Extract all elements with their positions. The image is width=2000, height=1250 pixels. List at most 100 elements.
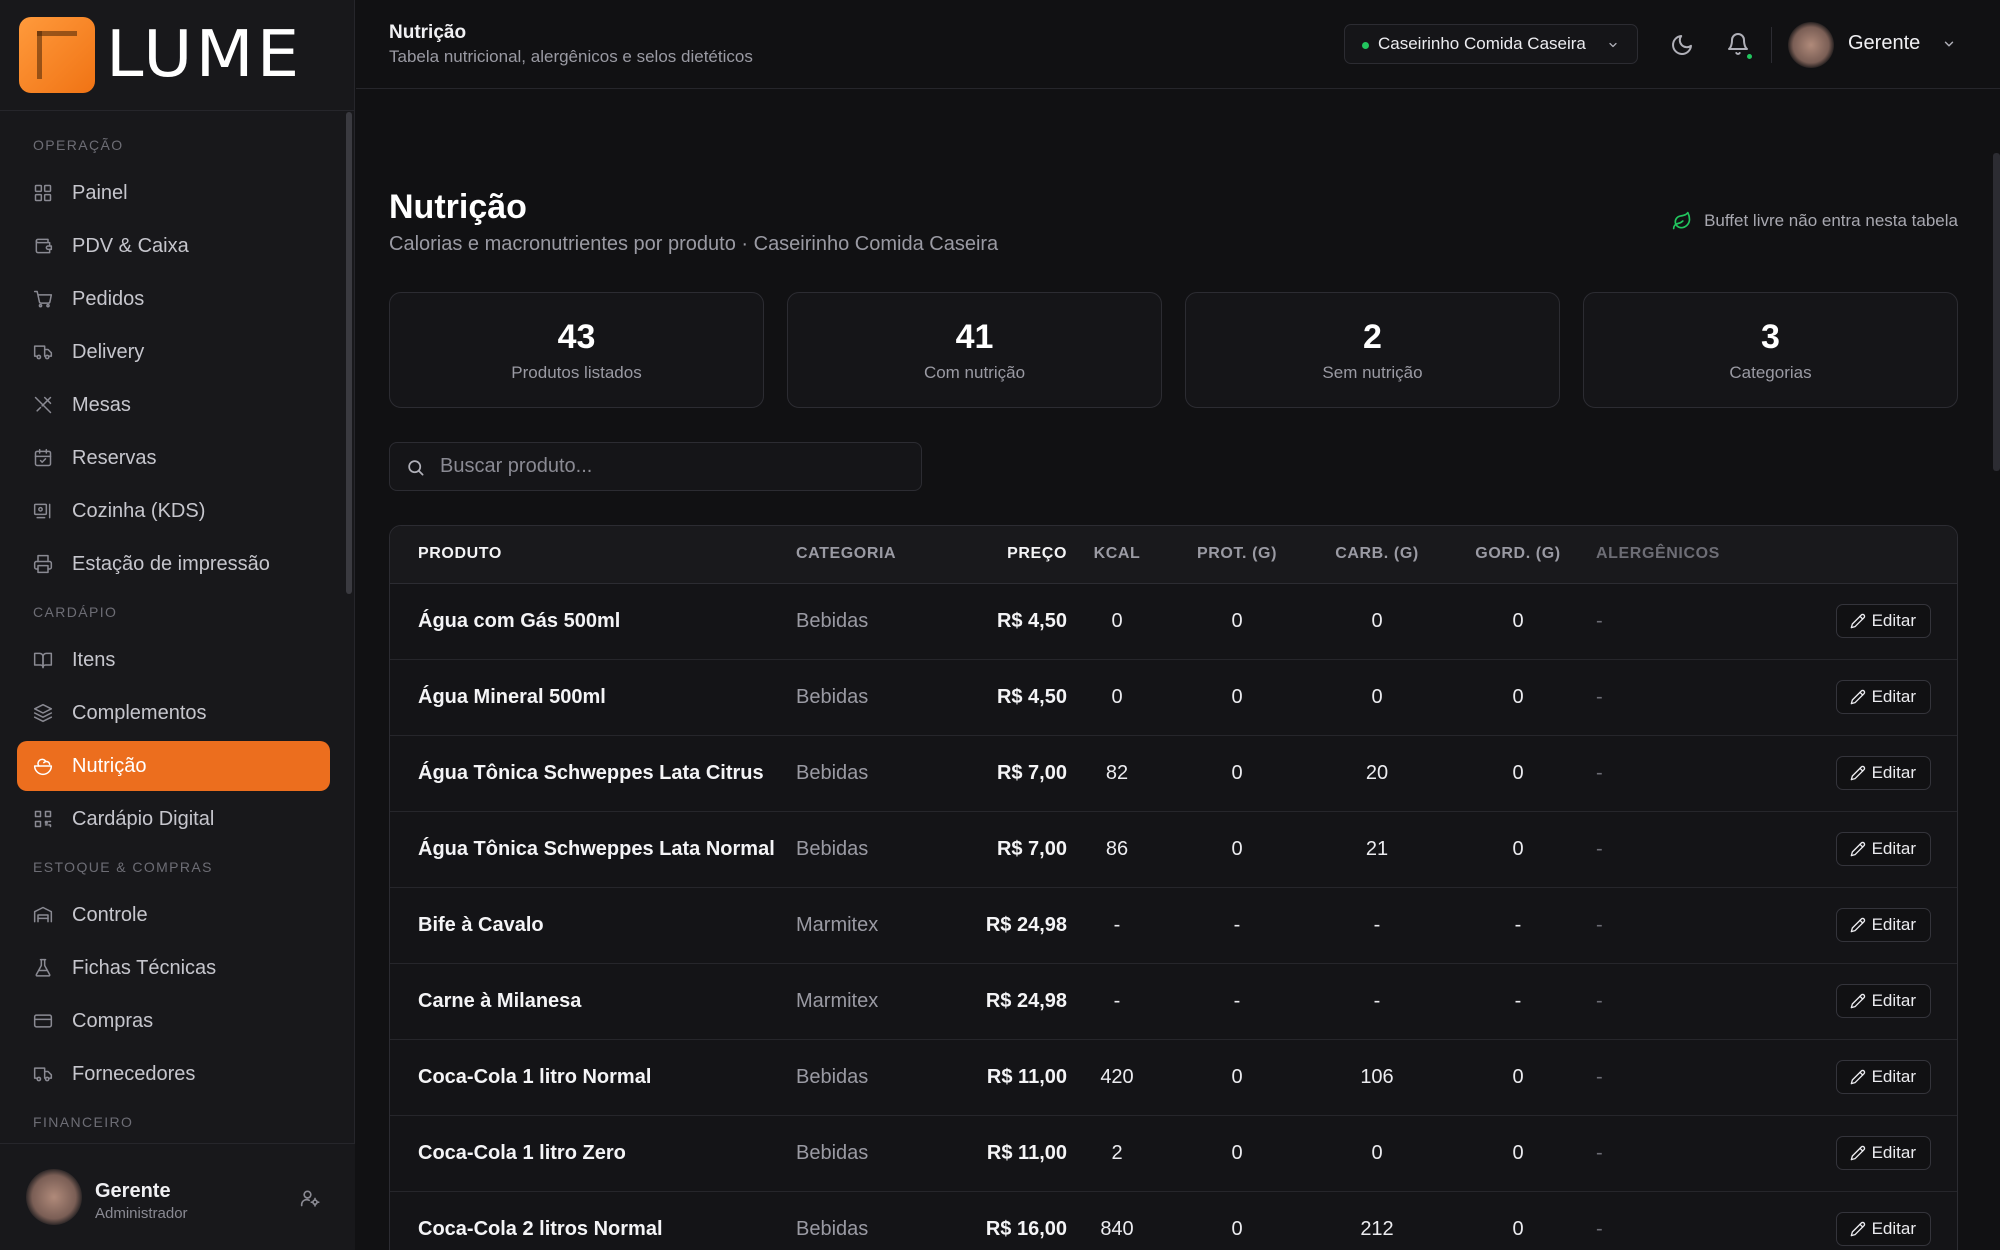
- logo[interactable]: LUME: [0, 0, 354, 111]
- edit-button[interactable]: Editar: [1835, 1212, 1931, 1246]
- sidebar-item-pdv-caixa[interactable]: PDV & Caixa: [17, 221, 330, 271]
- table-body: Água com Gás 500ml Bebidas R$ 4,50 0 0 0 0- Edi…: [390, 583, 1957, 1250]
- printer-icon: [33, 554, 53, 574]
- sidebar-item-cardápio-digital[interactable]: Cardápio Digital: [17, 794, 330, 844]
- edit-button[interactable]: Editar: [1835, 680, 1931, 714]
- edit-button[interactable]: Editar: [1835, 832, 1931, 866]
- cell-preco: R$ 11,00: [936, 1039, 1067, 1116]
- sidebar-item-reservas[interactable]: Reservas: [17, 433, 330, 483]
- edit-button[interactable]: Editar: [1835, 984, 1931, 1018]
- stat-label: Sem nutrição: [1322, 363, 1423, 382]
- cell-actions: Editar: [1759, 1191, 1957, 1250]
- table-row[interactable]: Coca-Cola 1 litro Zero Bebidas R$ 11,00 2 0 0…: [390, 1115, 1957, 1192]
- sidebar-scrollbar[interactable]: [346, 112, 352, 594]
- cell-kcal: 2: [1067, 1115, 1167, 1192]
- cell-prot: 0: [1167, 659, 1307, 736]
- search-box[interactable]: [389, 442, 922, 491]
- column-header[interactable]: CARB. (G): [1307, 526, 1447, 584]
- chevron-down-icon: [1609, 42, 1617, 48]
- edit-button-label: Editar: [1871, 1219, 1916, 1238]
- column-header[interactable]: GORD. (G): [1447, 526, 1589, 584]
- cell-kcal: 0: [1067, 583, 1167, 660]
- stat-value: 3: [1761, 318, 1780, 356]
- cell-gord: -: [1447, 963, 1589, 1040]
- edit-button[interactable]: Editar: [1835, 908, 1931, 942]
- cell-prot: 0: [1167, 811, 1307, 888]
- sidebar-item-mesas[interactable]: Mesas: [17, 380, 330, 430]
- monitor-icon: [33, 503, 51, 519]
- edit-button-label: Editar: [1871, 1143, 1916, 1162]
- sidebar-item-compras[interactable]: Compras: [17, 996, 330, 1046]
- cell-kcal: 82: [1067, 735, 1167, 812]
- cell-actions: Editar: [1759, 811, 1957, 888]
- chevron-down-icon[interactable]: [1942, 37, 1956, 51]
- table-row[interactable]: Água com Gás 500ml Bebidas R$ 4,50 0 0 0 0- Edi…: [390, 583, 1957, 660]
- leaf-icon: [1672, 211, 1691, 230]
- cell-carb: 0: [1307, 1115, 1447, 1192]
- cell-carb: 0: [1307, 583, 1447, 660]
- table-row[interactable]: Água Tônica Schweppes Lata Citrus Bebidas…: [390, 735, 1957, 812]
- avatar: [26, 1169, 82, 1225]
- sidebar-user-card[interactable]: Gerente Administrador: [0, 1143, 355, 1250]
- table-row[interactable]: Carne à Milanesa Marmitex R$ 24,98- - - - - Edi…: [390, 963, 1957, 1040]
- edit-button-label: Editar: [1871, 611, 1916, 630]
- cell-preco: R$ 4,50: [936, 583, 1067, 660]
- sidebar-nav: OPERAÇÃO Painel PDV & Caixa Pedidos Delivery…: [0, 111, 355, 1141]
- user-name: Gerente: [95, 1180, 171, 1202]
- column-header[interactable]: KCAL: [1067, 526, 1167, 584]
- header-user-name[interactable]: Gerente: [1848, 32, 1920, 55]
- warehouse-icon: [33, 906, 53, 923]
- cell-carb: 20: [1307, 735, 1447, 812]
- cell-preco: R$ 11,00: [936, 1115, 1067, 1192]
- sidebar-item-cozinha-kds-[interactable]: Cozinha (KDS): [17, 486, 330, 536]
- cell-gord: 0: [1447, 735, 1589, 812]
- column-header[interactable]: PREÇO: [936, 526, 1067, 584]
- column-header[interactable]: ALERGÊNICOS: [1589, 526, 1759, 584]
- cell-carb: 212: [1307, 1191, 1447, 1250]
- search-input[interactable]: [440, 443, 910, 490]
- sidebar-item-delivery[interactable]: Delivery: [17, 327, 330, 377]
- pencil-icon: [1850, 1221, 1865, 1237]
- edit-button[interactable]: Editar: [1835, 1060, 1931, 1094]
- user-settings-icon[interactable]: [300, 1188, 320, 1208]
- column-header[interactable]: CATEGORIA: [796, 526, 936, 584]
- table-row[interactable]: Coca-Cola 2 litros Normal Bebidas R$ 16,00…: [390, 1191, 1957, 1250]
- search-icon: [408, 460, 424, 476]
- sidebar-item-estação-de-impressão[interactable]: Estação de impressão: [17, 539, 330, 589]
- sidebar-item-label: PDV & Caixa: [72, 234, 189, 257]
- truck-icon: [33, 345, 53, 360]
- layers-icon: [33, 703, 53, 723]
- sidebar-item-fichas-técnicas[interactable]: Fichas Técnicas: [17, 943, 330, 993]
- page-scrollbar[interactable]: [1993, 153, 2000, 471]
- cell-preco: R$ 24,98: [936, 887, 1067, 964]
- store-selector[interactable]: Caseirinho Comida Caseira: [1344, 24, 1638, 64]
- stat-card: 43 Produtos listados: [389, 292, 764, 408]
- edit-button[interactable]: Editar: [1835, 1136, 1931, 1170]
- wallet-icon: [35, 238, 53, 254]
- edit-button[interactable]: Editar: [1835, 604, 1931, 638]
- sidebar-item-pedidos[interactable]: Pedidos: [17, 274, 330, 324]
- sidebar-item-itens[interactable]: Itens: [17, 635, 330, 685]
- cell-actions: Editar: [1759, 659, 1957, 736]
- sidebar-item-label: Nutrição: [72, 754, 147, 777]
- stat-value: 2: [1363, 318, 1382, 356]
- table-row[interactable]: Água Tônica Schweppes Lata Normal Bebidas…: [390, 811, 1957, 888]
- cell-alergenicos: -: [1589, 811, 1759, 888]
- column-header[interactable]: PROT. (G): [1167, 526, 1307, 584]
- cell-produto: Carne à Milanesa: [390, 963, 796, 1040]
- column-header[interactable]: PRODUTO: [390, 526, 796, 584]
- table-row[interactable]: Bife à Cavalo Marmitex R$ 24,98- - - - - Editar: [390, 887, 1957, 964]
- header-avatar[interactable]: [1788, 22, 1834, 68]
- sidebar-item-fornecedores[interactable]: Fornecedores: [17, 1049, 330, 1099]
- edit-button[interactable]: Editar: [1835, 756, 1931, 790]
- sidebar-item-complementos[interactable]: Complementos: [17, 688, 330, 738]
- table-row[interactable]: Coca-Cola 1 litro Normal Bebidas R$ 11,00 4…: [390, 1039, 1957, 1116]
- cell-gord: 0: [1447, 659, 1589, 736]
- table-row[interactable]: Água Mineral 500ml Bebidas R$ 4,50 0 0 0 0- Edi…: [390, 659, 1957, 736]
- moon-icon[interactable]: [1670, 33, 1694, 57]
- cell-preco: R$ 4,50: [936, 659, 1067, 736]
- sidebar-item-painel[interactable]: Painel: [17, 168, 330, 218]
- cell-gord: 0: [1447, 1115, 1589, 1192]
- sidebar-item-nutrição[interactable]: Nutrição: [17, 741, 330, 791]
- sidebar-item-controle[interactable]: Controle: [17, 890, 330, 940]
